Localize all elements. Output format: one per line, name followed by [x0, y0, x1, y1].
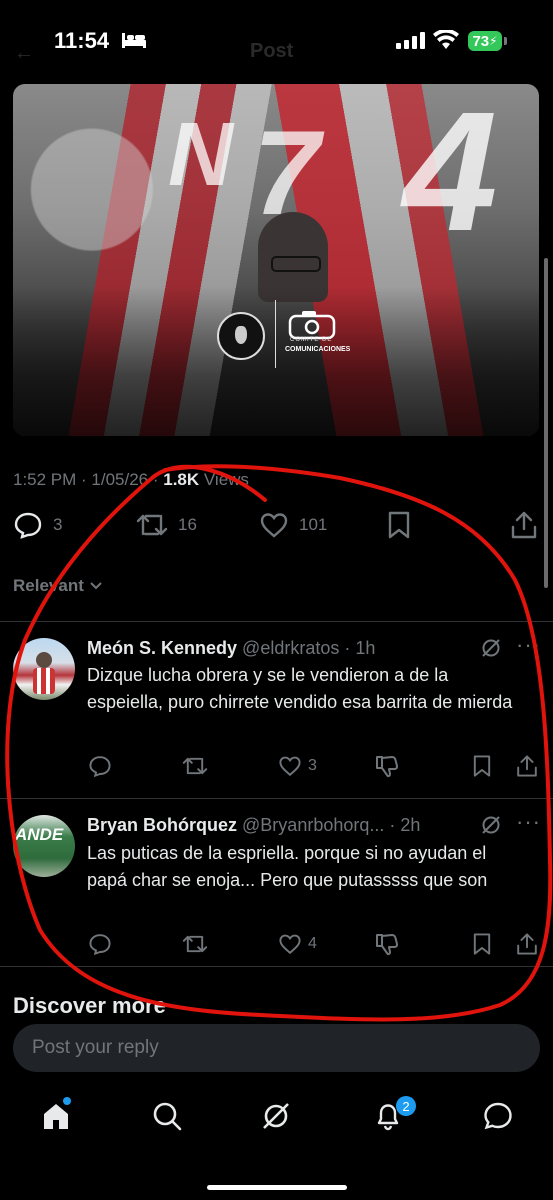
share-icon — [517, 933, 537, 955]
heart-icon — [279, 756, 301, 777]
reply-avatar[interactable]: ANDE — [13, 815, 75, 877]
battery-level: 73 — [472, 32, 490, 50]
reply-author-handle[interactable]: @eldrkratos — [242, 638, 339, 658]
grok-icon[interactable] — [480, 637, 502, 659]
scrollbar[interactable] — [544, 258, 548, 588]
search-icon[interactable] — [151, 1100, 183, 1132]
battery-indicator: 73 ⚡ — [468, 31, 502, 51]
reply-avatar[interactable] — [13, 638, 75, 700]
like-button[interactable]: 101 — [259, 510, 327, 540]
camera-logo-icon — [288, 311, 336, 340]
dislike-icon — [376, 934, 399, 956]
post-actions: 3 16 101 — [0, 510, 553, 546]
reply-like-button[interactable]: 3 — [278, 754, 317, 778]
bookmark-button[interactable] — [386, 510, 412, 540]
logo-divider — [275, 300, 276, 368]
more-options-icon[interactable]: ··· — [516, 809, 541, 835]
post-media-image[interactable]: N 7 4 COMITE DE COMUNICACIONES — [13, 84, 539, 436]
avatar-text: ANDE — [15, 825, 64, 844]
reply-time: · 1h — [344, 638, 376, 658]
reply-header: Bryan Bohórquez @Bryanrbohorq... · 2h — [87, 815, 420, 836]
sort-label: Relevant — [13, 576, 84, 595]
divider — [0, 966, 553, 967]
messages-icon[interactable] — [482, 1100, 514, 1132]
reply-icon — [89, 756, 111, 778]
reply-share-button[interactable] — [515, 754, 539, 778]
like-count: 101 — [299, 515, 328, 534]
reply-text: Las puticas de la espriella. porque si n… — [87, 843, 488, 890]
reply-author-name[interactable]: Meón S. Kennedy — [87, 638, 237, 658]
club-logo — [217, 312, 265, 360]
repost-icon — [182, 757, 208, 775]
reply-author-handle[interactable]: @Bryanrbohorq... — [242, 815, 384, 835]
header-title: Post — [250, 40, 294, 62]
grok-icon[interactable] — [480, 814, 502, 836]
repost-button[interactable]: 16 — [136, 510, 197, 540]
reply-input[interactable] — [30, 1036, 514, 1060]
reply-header: Meón S. Kennedy @eldrkratos · 1h — [87, 638, 375, 659]
battery-tip — [504, 37, 507, 45]
reply-bookmark-button[interactable] — [471, 932, 493, 956]
home-indicator — [207, 1185, 347, 1190]
divider — [0, 621, 553, 622]
share-button[interactable] — [510, 510, 538, 540]
reply-icon — [14, 512, 42, 539]
reply-like-button[interactable]: 4 — [278, 932, 317, 956]
reply-button[interactable]: 3 — [13, 510, 62, 540]
reply-share-button[interactable] — [515, 932, 539, 956]
views-count: 1.8K — [163, 470, 200, 489]
reply-repost-button[interactable] — [182, 932, 208, 956]
reply-icon — [89, 934, 111, 956]
heart-icon — [279, 934, 301, 955]
reply-like-count: 4 — [308, 935, 317, 952]
reply-reply-button[interactable] — [88, 932, 112, 956]
repost-icon — [182, 935, 208, 953]
status-time: 11:54 — [54, 28, 110, 53]
home-unread-dot — [63, 1097, 71, 1105]
reply-composer[interactable] — [13, 1024, 540, 1072]
media-shadow-overlay — [13, 286, 539, 436]
reply-author-name[interactable]: Bryan Bohórquez — [87, 815, 237, 835]
divider — [0, 798, 553, 799]
reply-count: 3 — [53, 515, 63, 534]
reply-like-count: 3 — [308, 757, 317, 774]
bookmark-icon — [388, 511, 410, 539]
notifications-badge: 2 — [396, 1096, 416, 1116]
sleep-focus-icon — [122, 33, 146, 48]
reply-reply-button[interactable] — [88, 754, 112, 778]
avatar-person-icon — [33, 652, 55, 694]
heart-icon — [260, 513, 288, 538]
logo-caption: COMUNICACIONES — [285, 346, 351, 353]
grok-tab-icon[interactable] — [260, 1100, 292, 1132]
repost-icon — [136, 514, 168, 536]
views-label: Views — [199, 470, 249, 489]
chevron-down-icon — [89, 582, 102, 590]
jersey-letter: N — [168, 105, 233, 205]
wifi-icon — [433, 30, 459, 49]
glasses-shape — [271, 256, 321, 272]
sort-replies-dropdown[interactable]: Relevant — [13, 576, 103, 596]
cellular-signal-icon — [396, 32, 425, 49]
reply-dislike-button[interactable] — [374, 754, 400, 778]
reply-repost-button[interactable] — [182, 754, 208, 778]
reply-dislike-button[interactable] — [374, 932, 400, 956]
post-meta: 1:52 PM · 1/05/26 · 1.8K Views — [13, 470, 249, 490]
logo-caption-small: COMITE DE — [290, 337, 333, 343]
share-icon — [511, 511, 537, 539]
bookmark-icon — [473, 755, 491, 777]
bookmark-icon — [473, 933, 491, 955]
reply-time: · 2h — [389, 815, 421, 835]
reply-text: Dizque lucha obrera y se le vendieron a … — [87, 665, 513, 712]
jersey-number-4: 4 — [403, 84, 498, 267]
dislike-icon — [376, 756, 399, 778]
more-options-icon[interactable]: ··· — [516, 632, 541, 658]
share-icon — [517, 755, 537, 777]
repost-count: 16 — [178, 515, 197, 534]
back-arrow-icon[interactable]: ← — [14, 42, 34, 65]
discover-more-heading: Discover more — [13, 993, 166, 1018]
reply-bookmark-button[interactable] — [471, 754, 493, 778]
post-timestamp: 1:52 PM · 1/05/26 · — [13, 470, 164, 489]
